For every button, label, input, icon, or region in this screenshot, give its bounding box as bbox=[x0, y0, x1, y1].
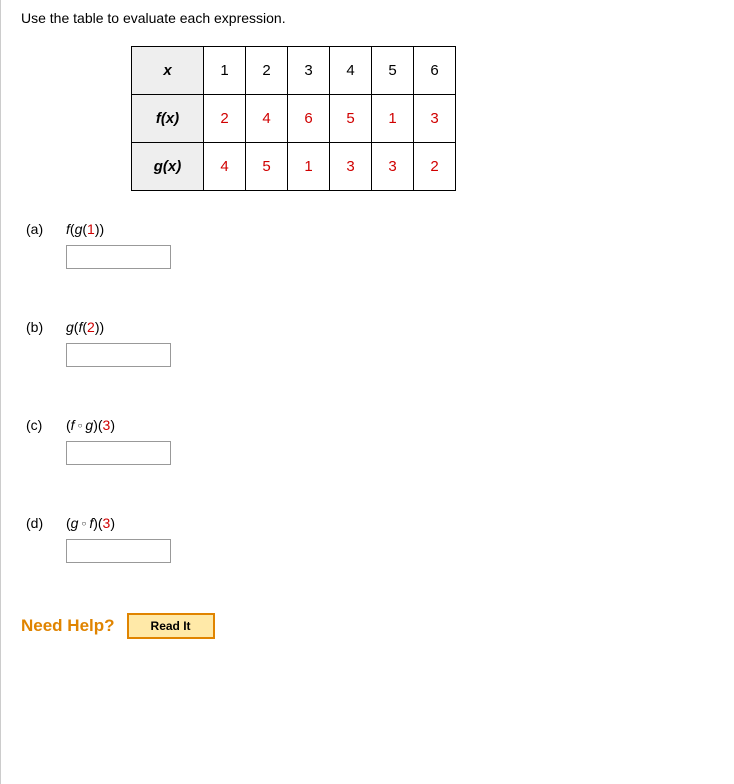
part-a: (a) f(g(1)) bbox=[21, 221, 714, 269]
read-it-button[interactable]: Read It bbox=[127, 613, 215, 639]
part-c-input[interactable] bbox=[66, 441, 171, 465]
table-cell: 5 bbox=[330, 95, 372, 143]
part-c: (c) (f○g)(3) bbox=[21, 417, 714, 465]
table-cell: 3 bbox=[372, 143, 414, 191]
table-cell: 5 bbox=[246, 143, 288, 191]
table-cell: 6 bbox=[288, 95, 330, 143]
table-cell: 4 bbox=[246, 95, 288, 143]
part-c-label: (c) bbox=[21, 417, 66, 433]
function-table: x 1 2 3 4 5 6 f(x) 2 4 6 5 1 3 g(x) 4 5 … bbox=[131, 46, 714, 191]
table-cell: 3 bbox=[330, 143, 372, 191]
table-row: x 1 2 3 4 5 6 bbox=[132, 47, 456, 95]
part-d-expression: (g○f)(3) bbox=[66, 515, 171, 531]
part-b-label: (b) bbox=[21, 319, 66, 335]
part-b: (b) g(f(2)) bbox=[21, 319, 714, 367]
table-cell: 3 bbox=[288, 47, 330, 95]
table-cell: 1 bbox=[288, 143, 330, 191]
table-cell: 2 bbox=[204, 95, 246, 143]
part-b-expression: g(f(2)) bbox=[66, 319, 171, 335]
part-a-expression: f(g(1)) bbox=[66, 221, 171, 237]
table-cell: 1 bbox=[372, 95, 414, 143]
part-a-label: (a) bbox=[21, 221, 66, 237]
table-cell: 6 bbox=[414, 47, 456, 95]
table-cell: 2 bbox=[414, 143, 456, 191]
table-header-gx: g(x) bbox=[132, 143, 204, 191]
need-help-label: Need Help? bbox=[21, 616, 115, 636]
table-cell: 3 bbox=[414, 95, 456, 143]
table-row: f(x) 2 4 6 5 1 3 bbox=[132, 95, 456, 143]
part-c-expression: (f○g)(3) bbox=[66, 417, 171, 433]
table-row: g(x) 4 5 1 3 3 2 bbox=[132, 143, 456, 191]
part-a-input[interactable] bbox=[66, 245, 171, 269]
table-cell: 1 bbox=[204, 47, 246, 95]
help-section: Need Help? Read It bbox=[21, 613, 714, 639]
part-d: (d) (g○f)(3) bbox=[21, 515, 714, 563]
part-d-input[interactable] bbox=[66, 539, 171, 563]
table-cell: 4 bbox=[204, 143, 246, 191]
table-cell: 5 bbox=[372, 47, 414, 95]
table-cell: 4 bbox=[330, 47, 372, 95]
instruction-text: Use the table to evaluate each expressio… bbox=[21, 10, 714, 26]
table-header-x: x bbox=[132, 47, 204, 95]
part-d-label: (d) bbox=[21, 515, 66, 531]
part-b-input[interactable] bbox=[66, 343, 171, 367]
table-header-fx: f(x) bbox=[132, 95, 204, 143]
table-cell: 2 bbox=[246, 47, 288, 95]
